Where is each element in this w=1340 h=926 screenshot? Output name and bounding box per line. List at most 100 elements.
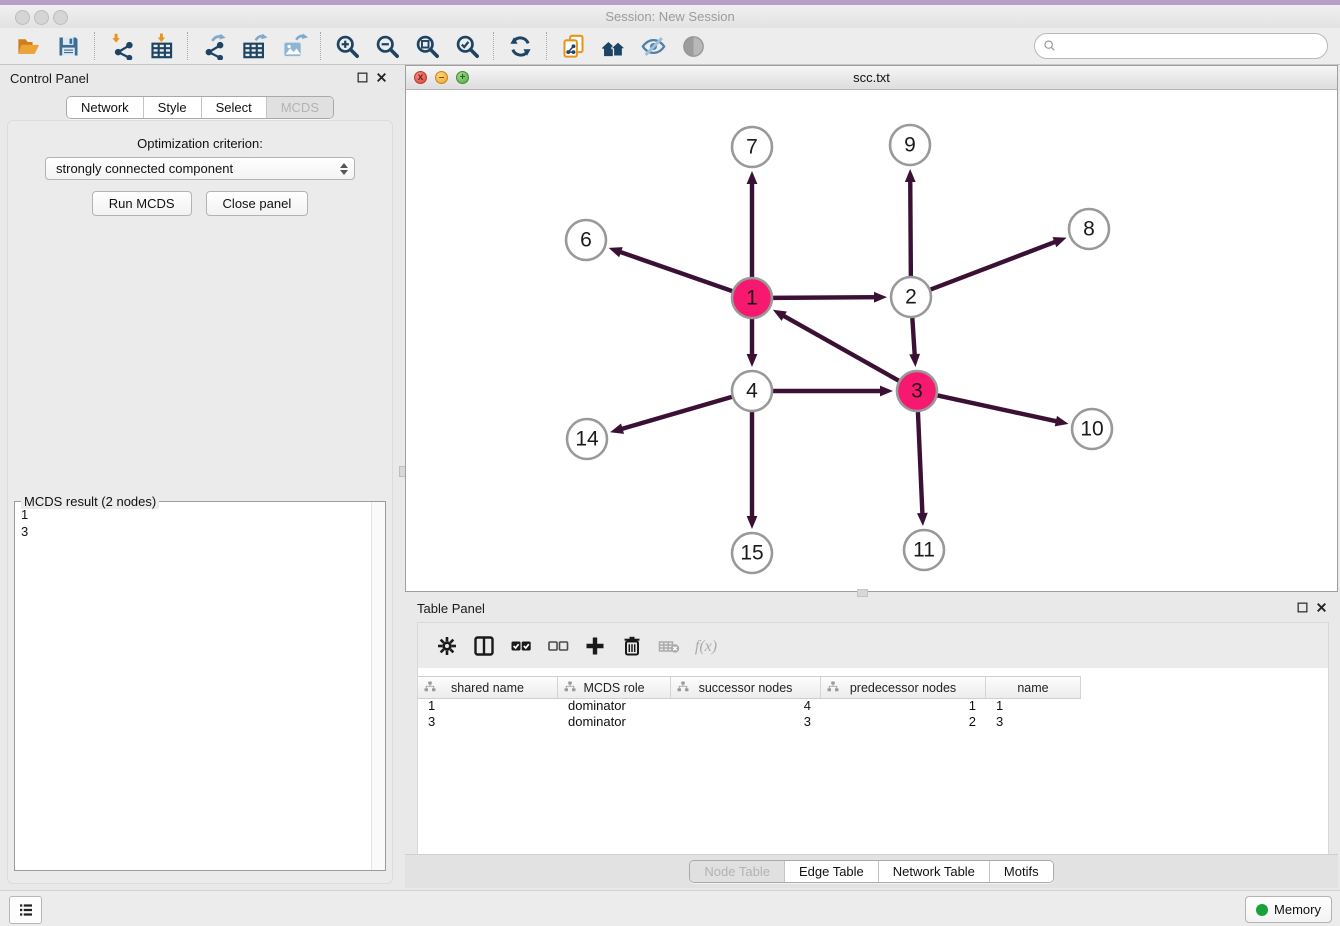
table-cell: 2: [821, 714, 986, 730]
tab-mcds[interactable]: MCDS: [266, 97, 333, 118]
tab-style[interactable]: Style: [143, 97, 201, 118]
tab-network[interactable]: Network: [67, 97, 143, 118]
list-icon: [17, 901, 35, 919]
save-session-icon[interactable]: [48, 30, 88, 62]
table-cell: dominator: [558, 698, 671, 714]
column-header-predecessor-nodes[interactable]: predecessor nodes: [821, 677, 986, 698]
table-cell: 1: [821, 698, 986, 714]
column-header-successor-nodes[interactable]: successor nodes: [671, 677, 821, 698]
deselect-all-icon[interactable]: [539, 630, 576, 662]
hierarchy-icon: [424, 681, 436, 696]
import-network-icon[interactable]: [101, 30, 141, 62]
export-image-icon[interactable]: [274, 30, 314, 62]
edge-2-8[interactable]: [931, 241, 1057, 289]
column-header-name[interactable]: name: [986, 677, 1081, 698]
select-all-icon[interactable]: [502, 630, 539, 662]
column-header-label: predecessor nodes: [850, 681, 956, 695]
edge-2-3[interactable]: [912, 318, 914, 356]
node-label-1: 1: [746, 287, 758, 310]
mcds-result-lines[interactable]: 13: [15, 504, 371, 870]
node-label-15: 15: [740, 542, 763, 565]
memory-button[interactable]: Memory: [1245, 896, 1332, 923]
import-table-icon[interactable]: [141, 30, 181, 62]
add-column-icon[interactable]: [576, 630, 613, 662]
status-bar: Memory: [0, 890, 1340, 926]
split-panel-icon[interactable]: [465, 630, 502, 662]
memory-status-dot: [1256, 904, 1268, 916]
optimization-criterion-dropdown[interactable]: strongly connected component: [45, 157, 355, 180]
edge-arrowhead-1-6: [609, 247, 623, 257]
column-header-label: MCDS role: [583, 681, 644, 695]
edge-arrowhead-3-11: [917, 513, 928, 526]
edge-1-2[interactable]: [773, 297, 876, 298]
edge-arrowhead-1-7: [747, 171, 758, 184]
tab-node-table[interactable]: Node Table: [690, 861, 784, 882]
network-window-titlebar[interactable]: x – + scc.txt: [406, 66, 1337, 90]
table-panel-float-icon[interactable]: [1296, 601, 1309, 614]
apply-layout-icon[interactable]: [500, 30, 540, 62]
search-field[interactable]: [1034, 33, 1328, 59]
node-label-2: 2: [905, 286, 917, 309]
zoom-in-icon[interactable]: [327, 30, 367, 62]
mcds-result-line: 3: [21, 523, 365, 540]
control-panel: Control Panel NetworkStyleSelectMCDS Opt…: [0, 65, 400, 888]
hide-selected-icon[interactable]: [633, 30, 673, 62]
close-panel-button[interactable]: Close panel: [206, 191, 309, 216]
zoom-fit-icon[interactable]: [407, 30, 447, 62]
zoom-selected-icon[interactable]: [447, 30, 487, 62]
open-session-icon[interactable]: [8, 30, 48, 62]
table-row[interactable]: 1dominator411: [418, 698, 1328, 714]
network-window-title: scc.txt: [406, 70, 1337, 85]
tab-select[interactable]: Select: [201, 97, 266, 118]
network-canvas-svg[interactable]: 7968124314101511: [407, 90, 1337, 591]
mcds-result-scrollbar[interactable]: [371, 502, 385, 870]
toolbar-separator: [94, 32, 95, 60]
control-panel-title: Control Panel: [10, 71, 89, 86]
edge-2-9[interactable]: [910, 180, 911, 276]
window-titlebar: Session: New Session: [0, 5, 1340, 29]
edge-arrowhead-2-3: [909, 354, 920, 367]
first-neighbors-icon[interactable]: [593, 30, 633, 62]
edge-arrowhead-1-2: [874, 292, 887, 303]
edge-arrowhead-2-8: [1053, 237, 1067, 247]
delete-column-icon[interactable]: [613, 630, 650, 662]
column-header-shared-name[interactable]: shared name: [418, 677, 558, 698]
run-mcds-button[interactable]: Run MCDS: [92, 191, 192, 216]
table-panel-close-icon[interactable]: [1315, 601, 1328, 614]
edge-4-14[interactable]: [621, 397, 732, 429]
tab-motifs[interactable]: Motifs: [989, 861, 1053, 882]
mcds-result-line: 1: [21, 506, 365, 523]
edge-1-6[interactable]: [619, 252, 732, 292]
control-panel-float-icon[interactable]: [356, 71, 369, 84]
export-table-icon[interactable]: [234, 30, 274, 62]
table-cell: 3: [418, 714, 558, 730]
edge-3-1[interactable]: [782, 315, 898, 381]
column-header-label: successor nodes: [699, 681, 793, 695]
edge-3-10[interactable]: [938, 395, 1058, 421]
show-all-icon: [673, 30, 713, 62]
export-network-icon[interactable]: [194, 30, 234, 62]
tab-network-table[interactable]: Network Table: [878, 861, 989, 882]
table-row[interactable]: 3dominator323: [418, 714, 1328, 730]
node-label-10: 10: [1080, 418, 1103, 441]
node-label-14: 14: [575, 428, 599, 451]
node-label-7: 7: [746, 136, 758, 159]
memory-button-label: Memory: [1274, 902, 1321, 917]
table-settings-icon[interactable]: [428, 630, 465, 662]
main-toolbar-icons: [8, 30, 713, 62]
control-panel-close-icon[interactable]: [375, 71, 388, 84]
clone-network-icon[interactable]: [553, 30, 593, 62]
control-panel-tabs: NetworkStyleSelectMCDS: [66, 96, 334, 119]
toolbar-separator: [320, 32, 321, 60]
table-cell: 3: [671, 714, 821, 730]
search-input[interactable]: [1058, 39, 1327, 54]
zoom-out-icon[interactable]: [367, 30, 407, 62]
table-cell: dominator: [558, 714, 671, 730]
log-console-button[interactable]: [9, 896, 42, 924]
edge-3-11[interactable]: [918, 412, 923, 515]
tab-edge-table[interactable]: Edge Table: [784, 861, 878, 882]
edge-arrowhead-3-10: [1055, 416, 1069, 427]
hierarchy-icon: [827, 681, 839, 696]
column-header-MCDS-role[interactable]: MCDS role: [558, 677, 671, 698]
node-label-6: 6: [580, 229, 592, 252]
